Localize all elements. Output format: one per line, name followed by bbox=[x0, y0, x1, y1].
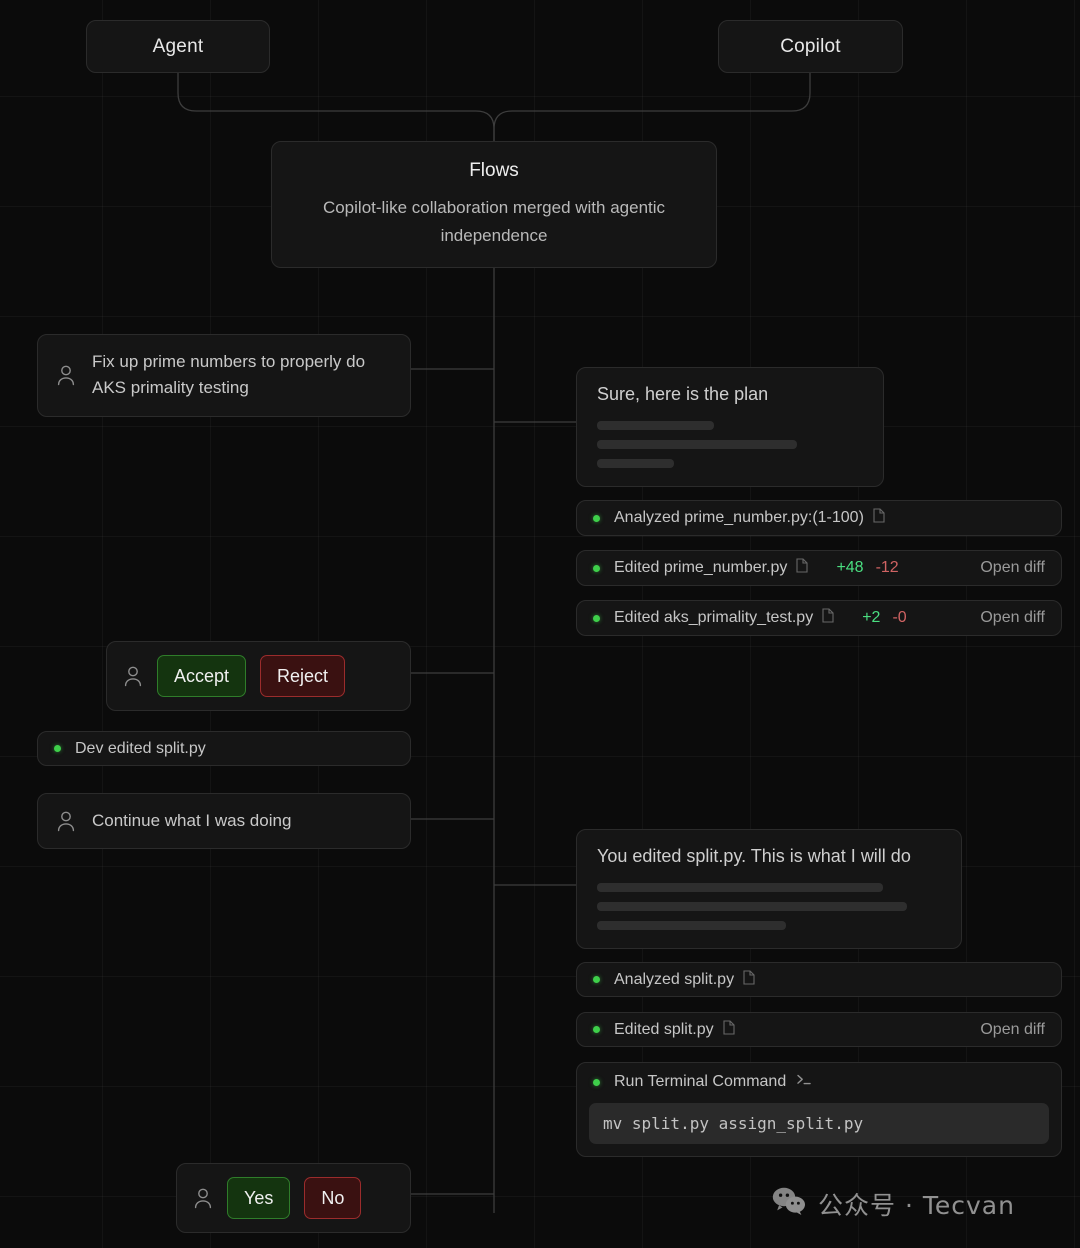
watermark-text: 公众号 · Tecvan bbox=[818, 1191, 1015, 1220]
open-diff-link[interactable]: Open diff bbox=[980, 609, 1045, 627]
tool-row-edited-split[interactable]: Edited split.py Open diff bbox=[576, 1012, 1062, 1047]
person-icon bbox=[193, 1186, 213, 1210]
tool-row-label: Edited split.py bbox=[614, 1020, 714, 1038]
skeleton-line bbox=[597, 440, 797, 449]
status-dot-icon bbox=[593, 564, 600, 572]
skeleton-line bbox=[597, 459, 675, 468]
node-agent-label: Agent bbox=[152, 35, 204, 57]
user-prompt-text-2: Continue what I was doing bbox=[92, 811, 292, 830]
terminal-icon bbox=[796, 1073, 812, 1091]
user-prompt-card-2[interactable]: Continue what I was doing bbox=[37, 793, 411, 850]
status-dot-icon bbox=[593, 976, 600, 983]
node-copilot[interactable]: Copilot bbox=[718, 20, 903, 73]
watermark: 公众号 · Tecvan bbox=[772, 1186, 1015, 1222]
user-prompt-card-1[interactable]: Fix up prime numbers to properly do AKS … bbox=[37, 334, 411, 417]
skeleton-line bbox=[597, 902, 907, 911]
assistant-heading-1: Sure, here is the plan bbox=[597, 384, 769, 404]
dev-event-row[interactable]: Dev edited split.py bbox=[37, 731, 411, 766]
file-icon bbox=[822, 608, 834, 628]
skeleton-line bbox=[597, 421, 715, 430]
status-dot-icon bbox=[54, 745, 61, 752]
terminal-card-label: Run Terminal Command bbox=[614, 1073, 787, 1090]
diff-deletions: -0 bbox=[892, 609, 907, 626]
node-agent[interactable]: Agent bbox=[86, 20, 270, 73]
tool-row-edited-prime-number[interactable]: Edited prime_number.py +48 -12 Open diff bbox=[576, 550, 1062, 586]
assistant-heading-2: You edited split.py. This is what I will… bbox=[597, 846, 911, 866]
tool-row-edited-aks-primality-test[interactable]: Edited aks_primality_test.py +2 -0 Open … bbox=[576, 600, 1062, 636]
diff-additions: +48 bbox=[836, 559, 864, 576]
tool-row-label: Analyzed split.py bbox=[614, 970, 735, 988]
tool-row-label: Analyzed prime_number.py:(1-100) bbox=[614, 509, 864, 526]
file-icon bbox=[796, 558, 808, 578]
assistant-message-1[interactable]: Sure, here is the plan bbox=[576, 367, 884, 487]
status-dot-icon bbox=[593, 1078, 600, 1086]
reject-button[interactable]: Reject bbox=[260, 655, 346, 697]
wechat-icon bbox=[772, 1187, 806, 1222]
open-diff-link[interactable]: Open diff bbox=[980, 1021, 1045, 1039]
person-icon bbox=[56, 363, 76, 387]
tool-row-analyzed-split[interactable]: Analyzed split.py bbox=[576, 962, 1062, 997]
tool-row-label: Edited aks_primality_test.py bbox=[614, 609, 814, 626]
accept-button[interactable]: Accept bbox=[157, 655, 247, 697]
status-dot-icon bbox=[593, 514, 600, 522]
dev-event-label: Dev edited split.py bbox=[75, 739, 206, 757]
assistant-message-2[interactable]: You edited split.py. This is what I will… bbox=[576, 829, 962, 949]
flows-subtitle: Copilot-like collaboration merged with a… bbox=[322, 198, 666, 245]
file-icon bbox=[723, 1019, 735, 1040]
node-flows[interactable]: Flows Copilot-like collaboration merged … bbox=[271, 141, 717, 269]
person-icon bbox=[56, 809, 76, 833]
terminal-card-header: Run Terminal Command bbox=[577, 1063, 1061, 1101]
user-prompt-text-1: Fix up prime numbers to properly do AKS … bbox=[92, 352, 366, 398]
file-icon bbox=[743, 969, 755, 990]
diff-additions: +2 bbox=[862, 609, 881, 626]
terminal-command-card[interactable]: Run Terminal Command mv split.py assign_… bbox=[576, 1062, 1062, 1157]
status-dot-icon bbox=[593, 614, 600, 622]
node-copilot-label: Copilot bbox=[780, 35, 841, 57]
tool-row-analyzed-prime-number[interactable]: Analyzed prime_number.py:(1-100) bbox=[576, 500, 1062, 536]
file-icon bbox=[873, 508, 885, 528]
terminal-command-text: mv split.py assign_split.py bbox=[589, 1103, 1049, 1144]
flows-title: Flows bbox=[469, 160, 519, 181]
tool-row-label: Edited prime_number.py bbox=[614, 559, 788, 576]
open-diff-link[interactable]: Open diff bbox=[980, 559, 1045, 577]
approval-card-yes-no[interactable]: Yes No bbox=[176, 1163, 411, 1233]
yes-button[interactable]: Yes bbox=[227, 1177, 291, 1219]
status-dot-icon bbox=[593, 1026, 600, 1033]
skeleton-line bbox=[597, 921, 787, 930]
approval-card-accept-reject[interactable]: Accept Reject bbox=[106, 641, 411, 711]
no-button[interactable]: No bbox=[304, 1177, 362, 1219]
person-icon bbox=[123, 664, 143, 688]
skeleton-line bbox=[597, 883, 883, 892]
diff-deletions: -12 bbox=[875, 559, 899, 576]
